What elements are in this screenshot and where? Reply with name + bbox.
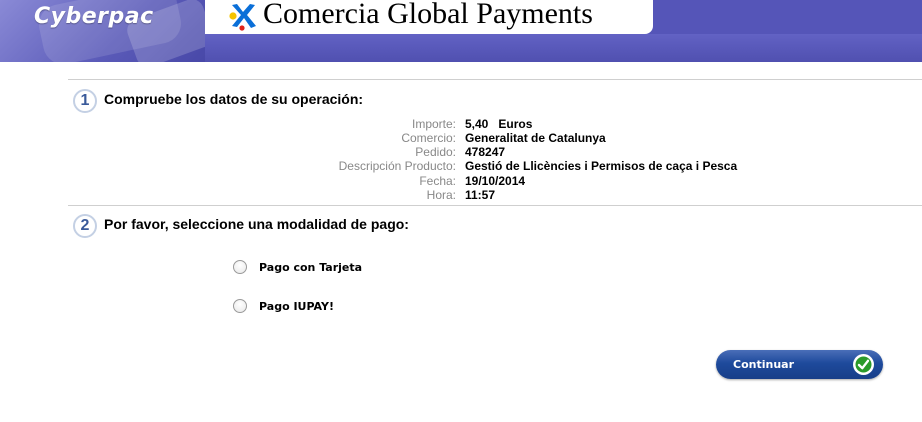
- radio-card[interactable]: [233, 260, 247, 274]
- check-icon-glyph: [855, 356, 872, 373]
- detail-row-descripcion: Descripción Producto: Gestió de Llicènci…: [0, 159, 922, 173]
- detail-value: 478247: [465, 145, 506, 159]
- logo-text: Comercia Global Payments: [263, 0, 593, 30]
- detail-label: Comercio:: [401, 131, 456, 145]
- detail-value: 19/10/2014: [465, 174, 526, 188]
- step-1-title: Compruebe los datos de su operación:: [104, 91, 364, 107]
- comercia-logo: Comercia Global Payments: [205, 0, 653, 34]
- detail-row-pedido: Pedido: 478247: [0, 145, 922, 159]
- radio-iupay[interactable]: [233, 299, 247, 313]
- step-2-badge: 2: [73, 214, 97, 238]
- cyberpac-banner: Cyberpac: [0, 0, 205, 62]
- option-label-card[interactable]: Pago con Tarjeta: [259, 261, 362, 274]
- amount-value: 5,40: [465, 117, 489, 131]
- detail-label: Descripción Producto:: [338, 159, 456, 173]
- divider-top: [68, 79, 922, 80]
- detail-value: 11:57: [465, 188, 496, 202]
- detail-value: 5,40 Euros: [465, 117, 532, 131]
- detail-label: Pedido:: [415, 145, 456, 159]
- detail-label: Fecha:: [419, 174, 456, 188]
- continue-button[interactable]: Continuar: [716, 350, 883, 379]
- option-label-iupay[interactable]: Pago IUPAY!: [259, 300, 334, 313]
- detail-row-fecha: Fecha: 19/10/2014: [0, 174, 922, 188]
- cyberpac-brand: Cyberpac: [34, 4, 154, 29]
- detail-label: Importe:: [411, 117, 456, 131]
- star-logo-icon: [229, 4, 256, 31]
- header: Cyberpac Comercia Global Payments: [0, 0, 922, 62]
- divider-middle: [68, 205, 922, 206]
- check-icon[interactable]: [853, 354, 874, 375]
- detail-row-importe: Importe: 5,40 Euros: [0, 117, 922, 131]
- detail-label: Hora:: [426, 188, 456, 202]
- continue-button-label[interactable]: Continuar: [733, 358, 794, 371]
- detail-value: Generalitat de Catalunya: [465, 131, 606, 145]
- step-2-title: Por favor, seleccione una modalidad de p…: [104, 216, 409, 232]
- detail-row-hora: Hora: 11:57: [0, 188, 922, 202]
- detail-row-comercio: Comercio: Generalitat de Catalunya: [0, 131, 922, 145]
- step-1-badge: 1: [73, 89, 97, 113]
- detail-value: Gestió de Llicències i Permisos de caça …: [465, 159, 738, 173]
- currency-label: Euros: [498, 117, 533, 131]
